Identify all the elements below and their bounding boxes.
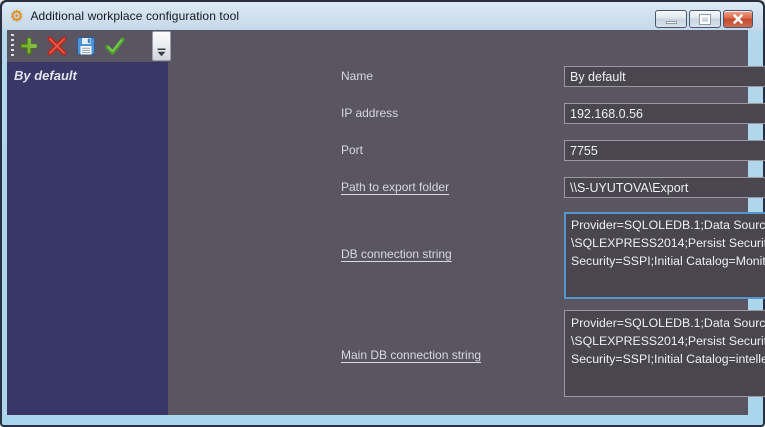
close-icon	[732, 13, 744, 25]
add-button[interactable]	[16, 33, 42, 59]
delete-button[interactable]	[44, 33, 70, 59]
maximize-button[interactable]	[689, 10, 721, 28]
save-button[interactable]	[73, 33, 99, 59]
delete-x-icon	[45, 34, 69, 58]
minimize-button[interactable]	[655, 10, 687, 28]
plus-icon	[17, 34, 41, 58]
name-label: Name	[341, 69, 373, 83]
chevron-down-icon	[157, 48, 166, 57]
floppy-disk-icon	[74, 34, 98, 58]
list-item-by-default[interactable]: By default	[7, 62, 168, 88]
window-title: Additional workplace configuration tool	[30, 9, 239, 23]
export-folder-label: Path to export folder	[341, 180, 449, 194]
minimize-icon	[666, 21, 677, 24]
db-connection-string-textarea[interactable]: Provider=SQLOLEDB.1;Data Source=192.168.…	[564, 212, 765, 299]
name-input[interactable]	[564, 66, 765, 87]
form-panel: Name IP address Port Path to export fold…	[168, 30, 748, 415]
window-controls	[655, 10, 753, 28]
port-input[interactable]	[564, 140, 765, 161]
main-db-connection-string-label: Main DB connection string	[341, 348, 481, 362]
toolbar-grip-handle[interactable]	[11, 34, 14, 58]
maximize-icon	[700, 15, 710, 24]
db-connection-string-label: DB connection string	[341, 247, 452, 261]
check-icon	[103, 34, 127, 58]
export-folder-input[interactable]	[564, 177, 765, 198]
gear-icon: ⚙	[10, 9, 23, 24]
content-area: By default Name IP address Port Path to …	[7, 30, 748, 415]
ip-address-input[interactable]	[564, 103, 765, 124]
titlebar[interactable]: ⚙ Additional workplace configuration too…	[2, 2, 763, 30]
close-button[interactable]	[723, 10, 753, 28]
workplace-list: By default	[7, 62, 168, 415]
apply-button[interactable]	[102, 33, 128, 59]
window: ⚙ Additional workplace configuration too…	[0, 0, 765, 427]
main-db-connection-string-textarea[interactable]: Provider=SQLOLEDB.1;Data Source=192.168.…	[564, 310, 765, 397]
ip-address-label: IP address	[341, 106, 398, 120]
port-label: Port	[341, 143, 363, 157]
